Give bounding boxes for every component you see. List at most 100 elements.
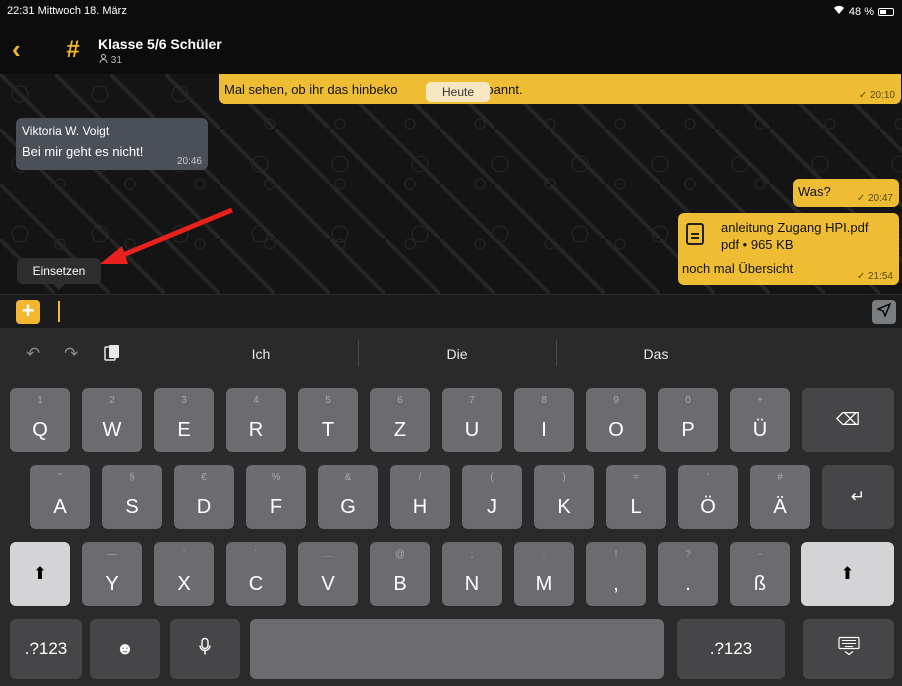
key-secondary-label: & — [344, 472, 352, 483]
file-name[interactable]: anleitung Zugang HPI.pdf — [721, 220, 868, 235]
redo-icon[interactable]: ↷ — [64, 344, 78, 364]
key-secondary-label: ) — [562, 472, 566, 483]
key-1[interactable]: " A — [30, 465, 90, 529]
key-primary-label: I — [541, 419, 547, 441]
key-4[interactable]: % F — [246, 465, 306, 529]
key-secondary-label: = — [633, 472, 639, 483]
key-primary-label: X — [177, 573, 191, 595]
attach-plus-button[interactable]: + — [16, 300, 40, 324]
hide-keyboard-key[interactable] — [803, 619, 894, 679]
key-primary-label: D — [196, 496, 212, 518]
key-primary-label: L — [630, 496, 642, 518]
numbers-key-left[interactable]: .?123 — [10, 619, 82, 679]
key-11[interactable]: # Ä — [750, 465, 810, 529]
numbers-key-right[interactable]: .?123 — [677, 619, 785, 679]
key-1[interactable]: — Y — [82, 542, 142, 606]
key-primary-label: B — [393, 573, 407, 595]
undo-icon[interactable]: ↶ — [26, 344, 40, 364]
key-primary-label: C — [248, 573, 264, 595]
chat-area[interactable]: Mal sehen, ob ihr das hinbeko gespannt. ✓… — [0, 74, 902, 294]
key-primary-label: F — [269, 496, 283, 518]
return-key[interactable]: ↵ — [822, 465, 894, 529]
status-time: 22:31 Mittwoch 18. März — [7, 5, 127, 17]
key-7[interactable]: :M — [514, 542, 574, 606]
key-9[interactable]: = L — [606, 465, 666, 529]
send-button[interactable] — [872, 300, 896, 324]
suggestion-1[interactable]: Ich — [211, 346, 311, 362]
key-secondary-label: § — [129, 472, 135, 483]
microphone-icon — [170, 637, 240, 661]
shift-key-right[interactable]: ⬆ — [801, 542, 894, 606]
key-10[interactable]: -ß — [730, 542, 790, 606]
key-5[interactable]: @ B — [370, 542, 430, 606]
key-secondary-label: 0 — [685, 395, 691, 406]
key-secondary-label: @ — [394, 549, 406, 560]
key-1[interactable]: 1Q — [10, 388, 70, 452]
message-own[interactable]: Was? ✓ 20:47 — [793, 179, 899, 207]
key-10[interactable]: ' Ö — [678, 465, 738, 529]
key-8[interactable]: !, — [586, 542, 646, 606]
key-4[interactable]: 4R — [226, 388, 286, 452]
key-2[interactable]: ` X — [154, 542, 214, 606]
document-icon — [686, 223, 704, 245]
message-own[interactable]: Mal sehen, ob ihr das hinbeko gespannt. ✓… — [219, 74, 901, 104]
key-secondary-label: 8 — [541, 395, 547, 406]
key-secondary-label: : — [542, 549, 546, 560]
key-8[interactable]: ) K — [534, 465, 594, 529]
battery-icon — [878, 7, 894, 16]
key-9[interactable]: ?. — [658, 542, 718, 606]
key-secondary-label: ` — [182, 549, 186, 560]
person-icon — [99, 54, 108, 64]
key-6[interactable]: ; N — [442, 542, 502, 606]
key-primary-label: O — [608, 419, 624, 441]
key-3[interactable]: 3E — [154, 388, 214, 452]
key-6[interactable]: 6Z — [370, 388, 430, 452]
key-secondary-label: ? — [685, 549, 691, 560]
suggestion-2[interactable]: Die — [407, 346, 507, 362]
key-7[interactable]: 7U — [442, 388, 502, 452]
key-11[interactable]: + Ü — [730, 388, 790, 452]
backspace-key[interactable]: ⌫ — [802, 388, 894, 452]
key-3[interactable]: € D — [174, 465, 234, 529]
key-secondary-label: 9 — [613, 395, 619, 406]
wifi-icon — [833, 5, 845, 18]
key-10[interactable]: 0P — [658, 388, 718, 452]
numbers-key-label: .?123 — [709, 639, 753, 658]
key-secondary-label: / — [418, 472, 422, 483]
key-6[interactable]: / H — [390, 465, 450, 529]
message-file[interactable]: anleitung Zugang HPI.pdf pdf • 965 KB no… — [678, 213, 899, 285]
emoji-icon: ☻ — [116, 639, 134, 658]
key-7[interactable]: (J — [462, 465, 522, 529]
file-meta: pdf • 965 KB — [721, 237, 794, 252]
key-secondary-label: # — [777, 472, 783, 483]
key-8[interactable]: 8I — [514, 388, 574, 452]
shift-key-left[interactable]: ⬆ — [10, 542, 70, 606]
key-primary-label: H — [412, 496, 428, 518]
suggestion-divider — [556, 340, 557, 366]
key-secondary-label: " — [58, 472, 62, 483]
shift-icon: ⬆ — [32, 564, 48, 583]
key-primary-label: ß — [753, 573, 767, 595]
message-input[interactable] — [56, 299, 862, 325]
key-primary-label: R — [248, 419, 264, 441]
key-3[interactable]: ´ C — [226, 542, 286, 606]
suggestion-3[interactable]: Das — [606, 346, 706, 362]
key-5[interactable]: 5T — [298, 388, 358, 452]
key-secondary-label: ' — [707, 472, 709, 483]
key-5[interactable]: & G — [318, 465, 378, 529]
space-key[interactable] — [250, 619, 664, 679]
key-primary-label: Y — [105, 573, 119, 595]
channel-title[interactable]: Klasse 5/6 Schüler — [98, 36, 222, 52]
key-4[interactable]: … V — [298, 542, 358, 606]
back-chevron-icon[interactable]: ‹ — [12, 34, 21, 64]
key-primary-label: U — [464, 419, 480, 441]
emoji-key[interactable]: ☻ — [90, 619, 160, 679]
key-2[interactable]: § S — [102, 465, 162, 529]
key-primary-label: T — [321, 419, 335, 441]
key-9[interactable]: 9O — [586, 388, 646, 452]
dictation-key[interactable] — [170, 619, 240, 679]
message-time: ✓ 20:47 — [856, 193, 893, 204]
key-2[interactable]: 2W — [82, 388, 142, 452]
paste-clipboard-icon[interactable] — [104, 344, 120, 367]
battery-percent: 48 % — [848, 5, 874, 18]
